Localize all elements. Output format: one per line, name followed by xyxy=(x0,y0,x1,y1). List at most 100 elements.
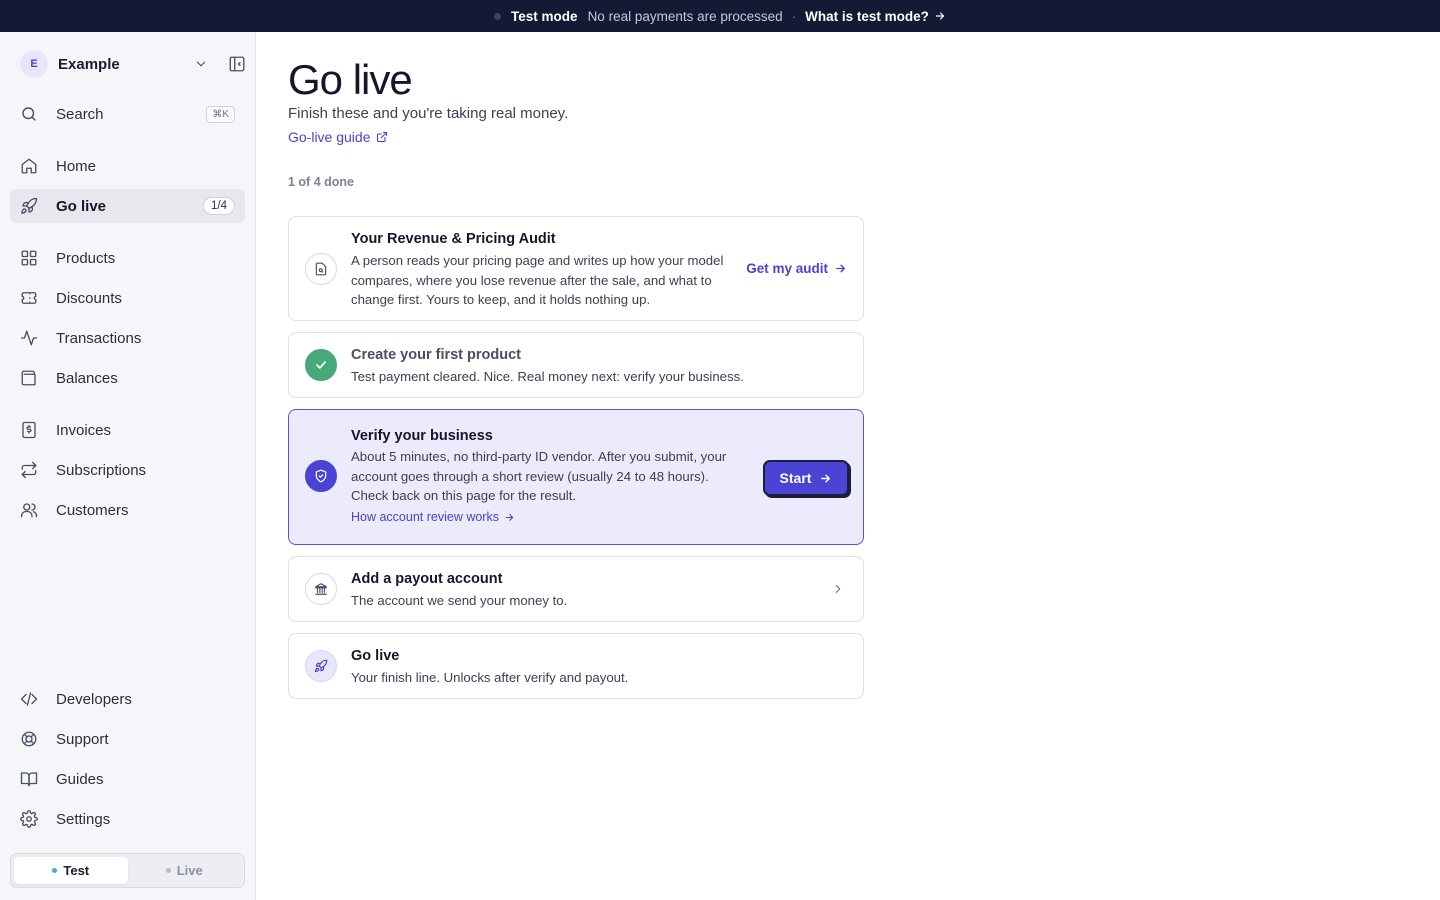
task-card-payout-account[interactable]: Add a payout account The account we send… xyxy=(288,556,864,622)
code-icon xyxy=(20,692,38,706)
sidebar-item-balances[interactable]: Balances xyxy=(10,361,245,395)
test-mode-label: Test mode xyxy=(511,8,578,24)
task-description: The account we send your money to. xyxy=(351,593,568,608)
task-card-audit: Your Revenue & Pricing Audit A person re… xyxy=(288,216,864,321)
go-live-progress-badge: 1/4 xyxy=(203,197,235,215)
banner-separator: · xyxy=(791,8,797,24)
arrow-right-icon xyxy=(935,12,945,20)
environment-toggle: Test Live xyxy=(10,853,245,888)
task-card-verify-business: Verify your business About 5 minutes, no… xyxy=(288,409,864,545)
sidebar-item-label: Invoices xyxy=(56,421,112,439)
sidebar: E Example Search ⌘K Home Go live 1/4 Pro… xyxy=(0,32,256,900)
test-mode-text: No real payments are processed xyxy=(587,8,783,24)
sidebar-item-discounts[interactable]: Discounts xyxy=(10,281,245,315)
sidebar-item-label: Settings xyxy=(56,810,111,828)
invoice-icon xyxy=(22,421,36,439)
check-icon xyxy=(305,349,337,381)
what-is-test-mode-label: What is test mode? xyxy=(805,8,929,24)
start-button-label: Start xyxy=(779,470,812,486)
task-description: A person reads your pricing page and wri… xyxy=(351,253,724,307)
test-mode-banner: Test mode No real payments are processed… xyxy=(0,0,1440,32)
sidebar-item-label: Support xyxy=(56,730,109,748)
env-test-dot-icon xyxy=(52,868,58,873)
shield-check-icon xyxy=(305,460,337,492)
home-icon xyxy=(21,158,37,174)
sidebar-item-customers[interactable]: Customers xyxy=(10,493,245,527)
status-dot-icon xyxy=(494,12,502,20)
task-card-create-product[interactable]: Create your first product Test payment c… xyxy=(288,332,864,398)
chevron-right-icon xyxy=(835,584,841,594)
task-description: About 5 minutes, no third-party ID vendo… xyxy=(351,449,727,503)
task-title: Create your first product xyxy=(351,347,521,363)
workspace-name: Example xyxy=(58,55,120,73)
env-option-live[interactable]: Live xyxy=(128,857,242,884)
sidebar-item-label: Products xyxy=(56,249,116,267)
sidebar-item-label: Developers xyxy=(56,690,132,708)
how-account-review-works-link[interactable]: How account review works xyxy=(351,510,515,524)
sidebar-item-subscriptions[interactable]: Subscriptions xyxy=(10,453,245,487)
search-shortcut: ⌘K xyxy=(206,105,235,123)
sidebar-item-label: Balances xyxy=(56,369,118,387)
task-title: Your Revenue & Pricing Audit xyxy=(351,231,556,247)
go-live-guide-label: Go-live guide xyxy=(288,129,371,145)
env-option-test[interactable]: Test xyxy=(14,857,128,884)
grid-icon xyxy=(21,250,37,266)
arrow-right-icon xyxy=(821,474,831,482)
task-title: Add a payout account xyxy=(351,571,503,587)
sidebar-item-label: Go live xyxy=(56,197,107,215)
sidebar-item-go-live[interactable]: Go live 1/4 xyxy=(10,189,245,223)
task-title: Verify your business xyxy=(351,428,493,444)
sidebar-item-support[interactable]: Support xyxy=(10,722,245,756)
lifebuoy-icon xyxy=(21,731,37,747)
page-title: Go live xyxy=(288,56,413,103)
task-card-go-live: Go live Your finish line. Unlocks after … xyxy=(288,633,864,699)
task-title: Go live xyxy=(351,648,400,664)
what-is-test-mode-link[interactable]: What is test mode? xyxy=(805,9,946,24)
sidebar-item-label: Transactions xyxy=(56,329,142,347)
search-label: Search xyxy=(56,105,104,123)
env-live-dot-icon xyxy=(165,868,171,873)
chevron-down-icon[interactable] xyxy=(194,57,208,71)
search-icon xyxy=(22,107,36,121)
start-button[interactable]: Start xyxy=(763,460,849,496)
sidebar-item-home[interactable]: Home xyxy=(10,149,245,183)
rocket-icon xyxy=(21,197,38,214)
workspace-avatar: E xyxy=(20,50,48,78)
sidebar-item-label: Guides xyxy=(56,770,104,788)
sidebar-item-settings[interactable]: Settings xyxy=(10,802,245,836)
document-search-icon xyxy=(305,253,337,285)
sidebar-item-transactions[interactable]: Transactions xyxy=(10,321,245,355)
bank-icon xyxy=(305,573,337,605)
task-description: Test payment cleared. Nice. Real money n… xyxy=(351,369,744,384)
get-my-audit-label: Get my audit xyxy=(746,261,828,276)
sidebar-item-developers[interactable]: Developers xyxy=(10,682,245,716)
sidebar-item-label: Discounts xyxy=(56,289,122,307)
workspace-switcher[interactable]: E Example xyxy=(20,49,246,79)
page-subtitle: Finish these and you're taking real mone… xyxy=(288,105,569,122)
search-button[interactable]: Search ⌘K xyxy=(10,97,245,131)
rocket-icon xyxy=(305,650,337,682)
sidebar-item-label: Customers xyxy=(56,501,129,519)
progress-text: 1 of 4 done xyxy=(288,175,354,189)
sidebar-item-label: Home xyxy=(56,157,97,175)
arrow-right-icon xyxy=(505,513,514,521)
env-option-label: Test xyxy=(63,863,90,878)
wallet-icon xyxy=(21,370,36,386)
ticket-icon xyxy=(21,292,37,304)
sidebar-item-guides[interactable]: Guides xyxy=(10,762,245,796)
get-my-audit-link[interactable]: Get my audit xyxy=(746,261,847,276)
how-account-review-works-label: How account review works xyxy=(351,510,499,524)
sidebar-item-products[interactable]: Products xyxy=(10,241,245,275)
task-description: Your finish line. Unlocks after verify a… xyxy=(351,670,629,685)
arrow-right-icon xyxy=(836,264,845,273)
repeat-icon xyxy=(21,461,37,479)
activity-icon xyxy=(20,330,38,346)
users-icon xyxy=(20,503,38,518)
external-link-icon xyxy=(376,131,387,143)
gear-icon xyxy=(20,810,38,828)
book-icon xyxy=(20,772,38,787)
env-option-label: Live xyxy=(176,863,203,878)
go-live-guide-link[interactable]: Go-live guide xyxy=(288,129,388,145)
sidebar-item-invoices[interactable]: Invoices xyxy=(10,413,245,447)
collapse-sidebar-icon[interactable] xyxy=(228,55,246,73)
